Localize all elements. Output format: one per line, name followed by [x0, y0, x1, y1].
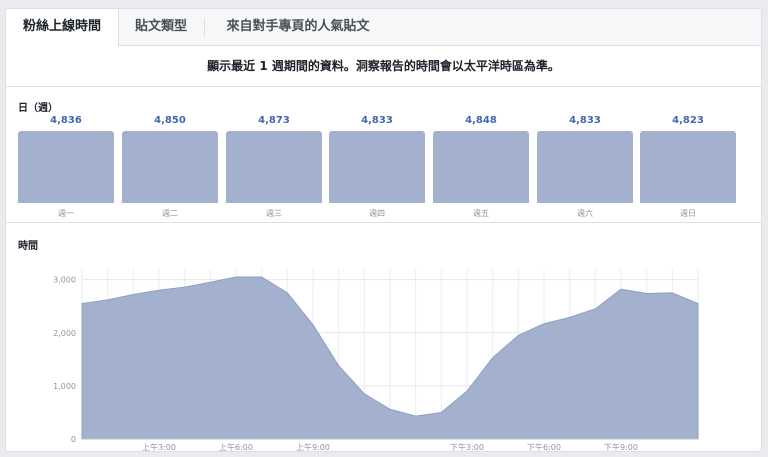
- day-value: 4,836: [50, 115, 82, 126]
- day-bar[interactable]: [226, 131, 322, 203]
- tab-fans-online[interactable]: 粉絲上線時間: [6, 9, 119, 46]
- tab-post-types[interactable]: 貼文類型: [119, 9, 203, 45]
- day-bar[interactable]: [640, 131, 736, 203]
- day-bar[interactable]: [329, 131, 425, 203]
- day-value: 4,850: [154, 115, 186, 126]
- x-tick-label: 上午9:00: [296, 442, 330, 451]
- days-section-label: 日（週）: [18, 103, 58, 114]
- day-label: 週六: [577, 209, 593, 218]
- timezone-notice: 顯示最近 1 週期間的資料。洞察報告的時間會以太平洋時區為準。: [6, 46, 761, 87]
- y-tick-label: 0: [71, 435, 76, 444]
- x-tick-label: 上午6:00: [219, 442, 253, 451]
- day-label: 週四: [369, 209, 385, 218]
- day-value: 4,848: [465, 115, 497, 126]
- x-tick-label: 上午3:00: [142, 442, 176, 451]
- tab-bar: 粉絲上線時間 貼文類型 來自對手專頁的人氣貼文: [6, 9, 761, 46]
- y-tick-label: 1,000: [53, 382, 76, 391]
- y-tick-label: 2,000: [53, 329, 76, 338]
- tab-top-posts-from-competitors[interactable]: 來自對手專頁的人氣貼文: [205, 9, 391, 45]
- day-bar[interactable]: [537, 131, 633, 203]
- day-value: 4,833: [361, 115, 393, 126]
- day-label: 週一: [58, 209, 74, 218]
- day-label: 週五: [473, 209, 489, 218]
- hours-section-label: 時間: [18, 241, 38, 252]
- section-divider: [6, 222, 761, 223]
- day-value: 4,873: [258, 115, 290, 126]
- day-bar[interactable]: [122, 131, 218, 203]
- day-label: 週二: [162, 209, 178, 218]
- hourly-area-chart: 0 1,000 2,000 3,000 上午3:00 上午6:00 上午9:00 下午3:00…: [53, 269, 699, 451]
- x-tick-label: 下午9:00: [604, 442, 638, 451]
- y-tick-label: 3,000: [53, 276, 76, 285]
- x-tick-label: 下午6:00: [527, 442, 561, 451]
- day-bar[interactable]: [433, 131, 529, 203]
- day-label: 週日: [680, 209, 696, 218]
- day-bar[interactable]: [18, 131, 114, 203]
- day-value: 4,833: [569, 115, 601, 126]
- x-tick-label: 下午3:00: [450, 442, 484, 451]
- day-label: 週三: [266, 209, 282, 218]
- insights-panel: 粉絲上線時間 貼文類型 來自對手專頁的人氣貼文 顯示最近 1 週期間的資料。洞察…: [5, 8, 762, 452]
- day-value: 4,823: [672, 115, 704, 126]
